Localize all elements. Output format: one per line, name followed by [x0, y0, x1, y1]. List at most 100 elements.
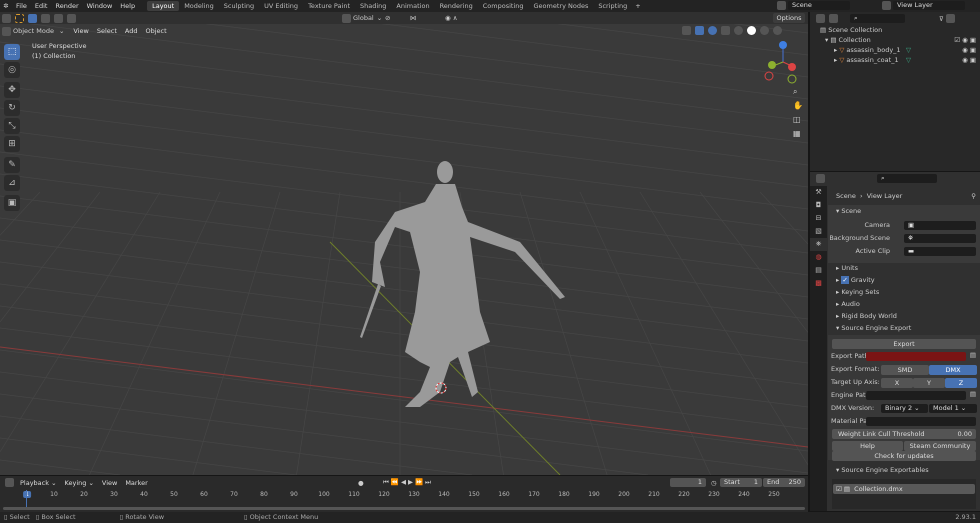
steam-community-button[interactable]: Steam Community: [904, 441, 976, 451]
cull-threshold-slider[interactable]: Weight Link Cull Threshold 0.00: [832, 429, 976, 439]
select-box-tool[interactable]: ⬚: [4, 44, 20, 60]
outliner-search-input[interactable]: ⌕: [850, 14, 905, 23]
axis-x-button[interactable]: X: [881, 378, 913, 388]
rendered-shading-icon[interactable]: [773, 26, 782, 35]
visibility-icons[interactable]: ◉ ▣: [962, 46, 976, 54]
workspace-tab[interactable]: Rendering: [435, 1, 478, 11]
workspace-tab[interactable]: Sculpting: [219, 1, 259, 11]
scene-selector[interactable]: Scene: [775, 1, 850, 10]
check-updates-button[interactable]: Check for updates: [832, 451, 976, 461]
output-tab-icon[interactable]: ⊟: [810, 212, 827, 225]
workspace-tab[interactable]: Scripting: [593, 1, 632, 11]
measure-tool[interactable]: ⊿: [4, 175, 20, 191]
format-smd-button[interactable]: SMD: [881, 365, 929, 375]
transform-tool[interactable]: ⊞: [4, 136, 20, 152]
workspace-tab[interactable]: Layout: [147, 1, 180, 11]
material-shading-icon[interactable]: [760, 26, 769, 35]
panel-keying-sets[interactable]: ▸ Keying Sets: [828, 286, 980, 298]
workspace-tab[interactable]: Animation: [391, 1, 434, 11]
active-clip-field[interactable]: ▬: [904, 247, 976, 256]
annotate-tool[interactable]: ✎: [4, 157, 20, 173]
editor-type-icon[interactable]: [2, 13, 11, 23]
folder-icon[interactable]: ▤: [970, 351, 976, 359]
new-collection-icon[interactable]: [945, 14, 955, 23]
viewport-menu-view[interactable]: View: [69, 27, 92, 35]
pan-hand-icon[interactable]: ✋: [793, 99, 803, 113]
view-layer-selector[interactable]: View Layer: [880, 1, 965, 10]
workspace-tab[interactable]: Modeling: [179, 1, 219, 11]
panel-audio[interactable]: ▸ Audio: [828, 298, 980, 310]
panel-source-engine-export[interactable]: ▾ Source Engine Export: [828, 322, 980, 334]
pin-icon[interactable]: ⚲: [971, 190, 976, 202]
editor-type-icon[interactable]: [816, 174, 825, 183]
axis-y-button[interactable]: Y: [913, 378, 945, 388]
menu-edit[interactable]: Edit: [31, 2, 52, 10]
gravity-checkbox[interactable]: ✓: [841, 276, 849, 284]
transform-orientation-dropdown[interactable]: Global ⌄: [340, 13, 382, 23]
view-layer-field[interactable]: View Layer: [893, 1, 965, 10]
panel-source-engine-exportables[interactable]: ▾ Source Engine Exportables: [828, 464, 980, 476]
wireframe-shading-icon[interactable]: [734, 26, 743, 35]
camera-view-icon[interactable]: ◫: [793, 113, 803, 127]
mode-dropdown[interactable]: Object Mode: [13, 27, 54, 35]
add-cube-tool[interactable]: ▣: [4, 195, 20, 211]
workspace-tab[interactable]: Texture Paint: [303, 1, 355, 11]
help-button[interactable]: Help: [832, 441, 903, 451]
cursor-tool[interactable]: ◎: [4, 62, 20, 78]
scene-tab-icon[interactable]: ⛯: [810, 238, 827, 251]
texture-tab-icon[interactable]: ▩: [810, 277, 827, 290]
workspace-tab[interactable]: Shading: [355, 1, 391, 11]
scene-name-field[interactable]: Scene: [788, 1, 850, 10]
visibility-icon[interactable]: [682, 26, 691, 35]
select-mode-intersect-icon[interactable]: [67, 13, 76, 23]
viewport-menu-object[interactable]: Object: [142, 27, 171, 35]
menu-file[interactable]: File: [12, 2, 31, 10]
add-workspace-icon[interactable]: +: [635, 2, 640, 10]
workspace-tab[interactable]: UV Editing: [259, 1, 303, 11]
viewport-menu-add[interactable]: Add: [121, 27, 142, 35]
overlay-toggle-icon[interactable]: [708, 26, 717, 35]
background-scene-field[interactable]: ⛯: [904, 234, 976, 243]
collection-tab-icon[interactable]: ▤: [810, 264, 827, 277]
panel-units[interactable]: ▸ Units: [828, 262, 980, 274]
world-tab-icon[interactable]: ◍: [810, 251, 827, 264]
filter-icon[interactable]: ⊽: [939, 15, 944, 23]
snap-icon[interactable]: ⋈: [410, 14, 417, 22]
menu-render[interactable]: Render: [51, 2, 82, 10]
folder-icon[interactable]: ▤: [970, 390, 976, 398]
pivot-icon[interactable]: ⊘: [385, 14, 390, 22]
properties-search-input[interactable]: ⌕: [877, 174, 937, 183]
select-mode-new-icon[interactable]: [28, 13, 37, 23]
engine-path-field[interactable]: [866, 391, 966, 400]
timeline-scrollbar[interactable]: [3, 507, 805, 510]
material-path-field[interactable]: [866, 417, 976, 426]
select-mode-extend-icon[interactable]: [41, 13, 50, 23]
axis-z-button[interactable]: Z: [945, 378, 977, 388]
proportional-edit-icon[interactable]: ◉ ∧: [445, 14, 458, 22]
export-path-field[interactable]: [866, 352, 966, 361]
select-mode-subtract-icon[interactable]: [54, 13, 63, 23]
outliner-collection[interactable]: ▾ ▤ Collection ☑ ◉ ▣: [810, 35, 980, 45]
menu-window[interactable]: Window: [83, 2, 117, 10]
format-dmx-button[interactable]: DMX: [929, 365, 977, 375]
blender-logo-icon[interactable]: ✲: [0, 2, 12, 10]
dmx-binary-dropdown[interactable]: Binary 2 ⌄: [881, 404, 928, 413]
scale-tool[interactable]: ⤡: [4, 118, 20, 134]
panel-rigid-body-world[interactable]: ▸ Rigid Body World: [828, 310, 980, 322]
tool-tab-icon[interactable]: ⚒: [810, 186, 827, 199]
ortho-grid-icon[interactable]: ▦: [793, 127, 803, 141]
panel-scene-header[interactable]: ▾ Scene: [828, 205, 980, 217]
visibility-icons[interactable]: ◉ ▣: [962, 56, 976, 64]
zoom-icon[interactable]: ⌕: [793, 85, 803, 99]
outliner-object[interactable]: ▸ ▽ assassin_body_1 ▽ ◉ ▣: [810, 45, 980, 55]
camera-field[interactable]: ▣: [904, 221, 976, 230]
rotate-tool[interactable]: ↻: [4, 100, 20, 116]
select-tool-icon[interactable]: [15, 13, 24, 23]
gizmo-toggle-icon[interactable]: [695, 26, 704, 35]
filter-view-icon[interactable]: [829, 14, 838, 23]
render-tab-icon[interactable]: ◘: [810, 199, 827, 212]
expand-arrow-icon[interactable]: ▾ ▤: [825, 36, 839, 44]
viewport-menu-select[interactable]: Select: [93, 27, 121, 35]
solid-shading-icon[interactable]: [747, 26, 756, 35]
outliner-object[interactable]: ▸ ▽ assassin_coat_1 ▽ ◉ ▣: [810, 55, 980, 65]
